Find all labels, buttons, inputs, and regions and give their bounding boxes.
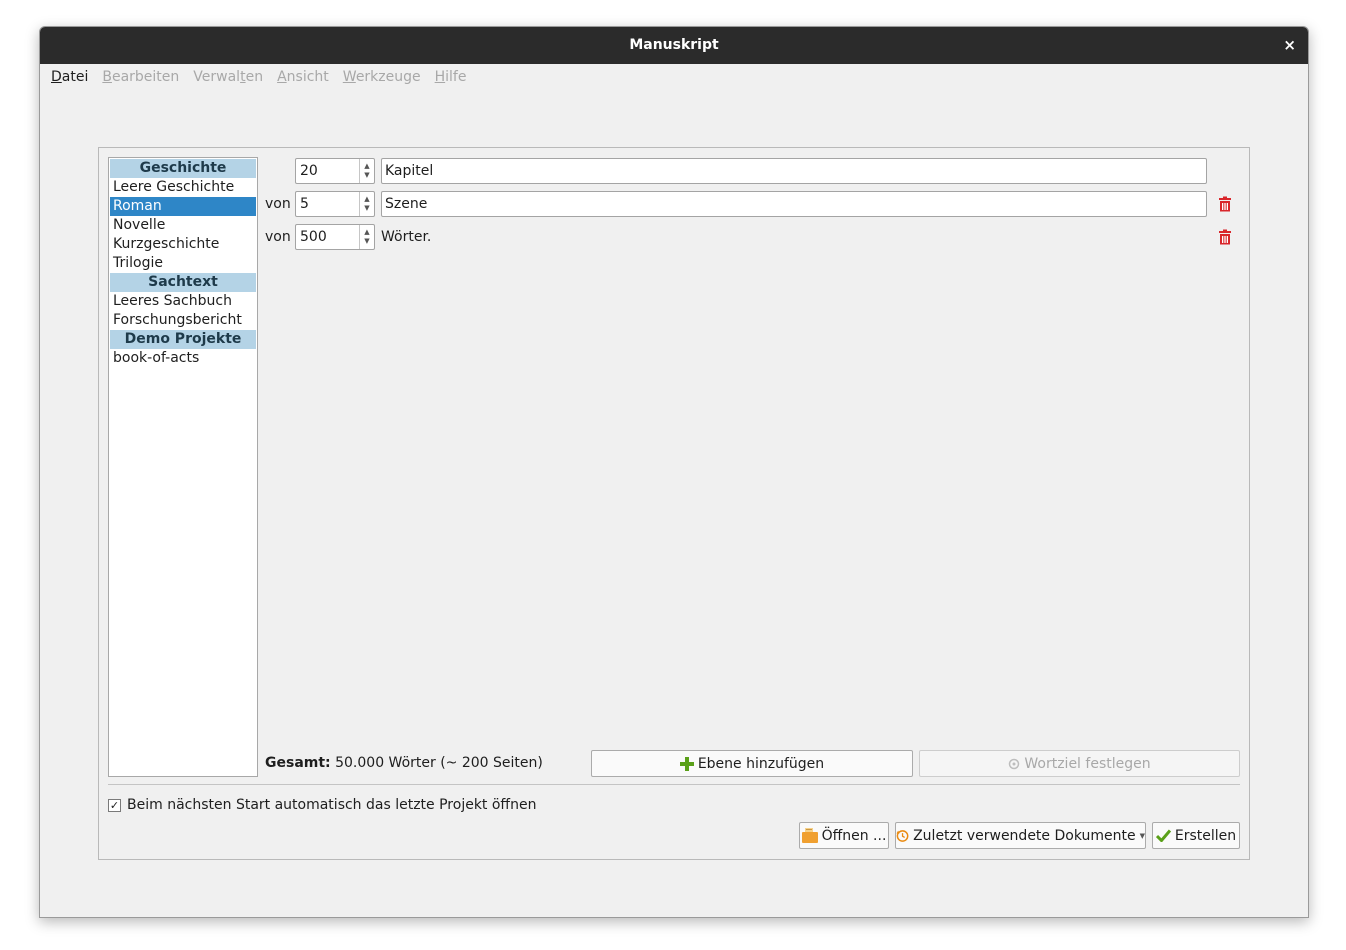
template-item[interactable]: Trilogie <box>110 254 256 273</box>
dropdown-arrow-icon: ▼ <box>1139 831 1145 840</box>
arrow-up-icon[interactable]: ▲ <box>364 195 369 204</box>
words-count-spinbox[interactable]: 500 ▲ ▼ <box>295 224 375 250</box>
trash-icon[interactable] <box>1217 229 1233 245</box>
arrow-up-icon[interactable]: ▲ <box>364 162 369 171</box>
title-bar: Manuskript × <box>40 27 1308 64</box>
template-item[interactable]: Forschungsbericht <box>110 311 256 330</box>
divider <box>108 784 1240 785</box>
template-list[interactable]: Geschichte Leere Geschichte Roman Novelle Ku… <box>108 157 258 777</box>
trash-icon[interactable] <box>1217 196 1233 212</box>
close-button[interactable]: × <box>1283 27 1296 64</box>
create-button[interactable]: Erstellen <box>1152 822 1240 849</box>
menu-verwalten[interactable]: Verwalten <box>186 65 270 89</box>
spin-arrows[interactable]: ▲ ▼ <box>359 225 374 249</box>
scene-count-spinbox[interactable]: 5 ▲ ▼ <box>295 191 375 217</box>
template-item[interactable]: Novelle <box>110 216 256 235</box>
welcome-panel: Geschichte Leere Geschichte Roman Novelle Ku… <box>98 147 1250 860</box>
history-clock-icon <box>896 829 909 842</box>
target-icon <box>1009 758 1020 769</box>
words-unit-label: Wörter. <box>381 229 432 245</box>
recent-documents-button[interactable]: Zuletzt verwendete Dokumente ▼ <box>895 822 1146 849</box>
open-button[interactable]: Öffnen ... <box>799 822 889 849</box>
total-label: Gesamt: <box>265 755 331 771</box>
checkmark-icon <box>1155 829 1171 842</box>
total-value: 50.000 Wörter (~ 200 Seiten) <box>335 755 543 771</box>
folder-icon <box>801 828 818 843</box>
words-row: von 500 ▲ ▼ Wörter. <box>265 224 1245 250</box>
chapter-name-value: Kapitel <box>385 163 434 179</box>
create-label: Erstellen <box>1174 827 1237 844</box>
chapter-name-field[interactable]: Kapitel <box>381 158 1207 184</box>
recent-documents-label: Zuletzt verwendete Dokumente <box>913 827 1136 844</box>
word-goal-button[interactable]: Wortziel festlegen <box>919 750 1240 777</box>
menu-bar: Datei Bearbeiten Verwalten Ansicht Werkzeuge… <box>44 65 473 89</box>
template-category-header: Demo Projekte <box>110 330 256 349</box>
autoload-label: Beim nächsten Start automatisch das letz… <box>127 797 537 813</box>
level-prefix: von <box>265 196 291 212</box>
main-window: Manuskript × Datei Bearbeiten Verwalten Ans… <box>39 26 1309 918</box>
total-summary: Gesamt: 50.000 Wörter (~ 200 Seiten) <box>265 753 543 773</box>
template-category-header: Geschichte <box>110 159 256 178</box>
template-item[interactable]: book-of-acts <box>110 349 256 368</box>
scene-name-field[interactable]: Szene <box>381 191 1207 217</box>
add-level-button[interactable]: Ebene hinzufügen <box>591 750 913 777</box>
arrow-up-icon[interactable]: ▲ <box>364 228 369 237</box>
scene-name-value: Szene <box>385 196 428 212</box>
arrow-down-icon[interactable]: ▼ <box>364 237 369 246</box>
spin-arrows[interactable]: ▲ ▼ <box>359 192 374 216</box>
menu-datei[interactable]: Datei <box>44 65 95 89</box>
chapter-count-value: 20 <box>300 163 318 179</box>
window-title: Manuskript <box>629 37 719 53</box>
open-label: Öffnen ... <box>821 827 887 844</box>
menu-bearbeiten[interactable]: Bearbeiten <box>95 65 186 89</box>
autoload-checkbox[interactable]: ✓ <box>108 798 121 812</box>
autoload-option[interactable]: ✓ Beim nächsten Start automatisch das le… <box>108 795 536 815</box>
add-level-label: Ebene hinzufügen <box>697 755 825 772</box>
menu-werkzeuge[interactable]: Werkzeuge <box>336 65 428 89</box>
chapter-count-spinbox[interactable]: 20 ▲ ▼ <box>295 158 375 184</box>
menu-hilfe[interactable]: Hilfe <box>428 65 474 89</box>
spin-arrows[interactable]: ▲ ▼ <box>359 159 374 183</box>
template-item[interactable]: Leere Geschichte <box>110 178 256 197</box>
words-count-value: 500 <box>300 229 327 245</box>
template-item[interactable]: Kurzgeschichte <box>110 235 256 254</box>
menu-ansicht[interactable]: Ansicht <box>270 65 336 89</box>
template-category-header: Sachtext <box>110 273 256 292</box>
plus-icon <box>679 756 694 771</box>
level-row-scene: von 5 ▲ ▼ Szene <box>265 191 1245 217</box>
scene-count-value: 5 <box>300 196 309 212</box>
word-goal-label: Wortziel festlegen <box>1024 755 1151 772</box>
arrow-down-icon[interactable]: ▼ <box>364 171 369 180</box>
template-item[interactable]: Roman <box>110 197 256 216</box>
arrow-down-icon[interactable]: ▼ <box>364 204 369 213</box>
level-prefix: von <box>265 229 291 245</box>
template-item[interactable]: Leeres Sachbuch <box>110 292 256 311</box>
